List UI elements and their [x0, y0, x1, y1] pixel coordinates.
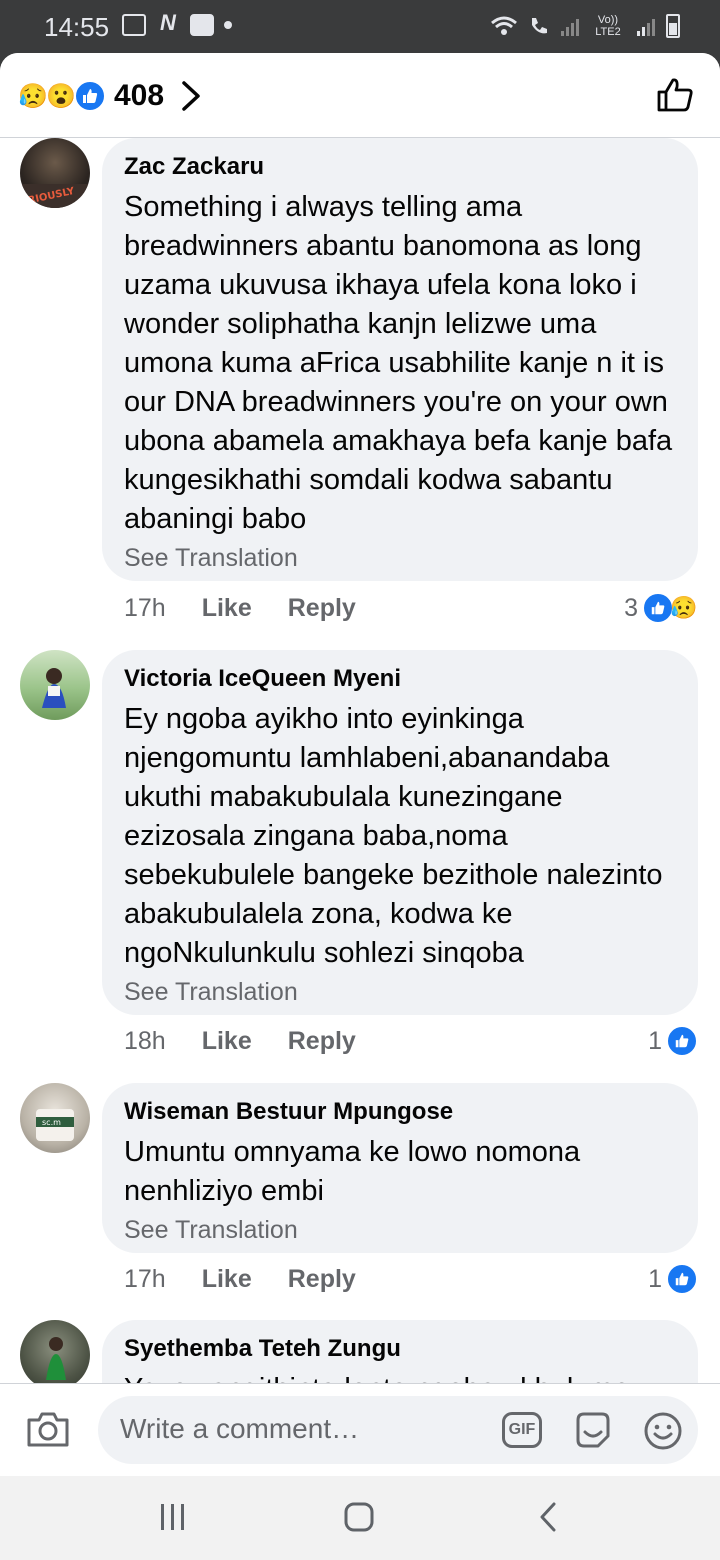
comment-author[interactable]: Zac Zackaru: [124, 152, 676, 182]
comment-reaction-count: 3: [624, 593, 638, 622]
status-time: 14:55: [44, 12, 110, 42]
like-button[interactable]: Like: [202, 1265, 252, 1294]
see-translation-link[interactable]: See Translation: [124, 541, 676, 575]
reply-button[interactable]: Reply: [288, 594, 356, 623]
reply-button[interactable]: Reply: [288, 1027, 356, 1056]
image-icon: [122, 14, 146, 36]
comment-author[interactable]: Syethemba Teteh Zungu: [124, 1334, 676, 1364]
see-translation-link[interactable]: See Translation: [124, 1213, 676, 1247]
comment-actions: 17h Like Reply: [124, 594, 356, 623]
wow-reaction-icon: 😮: [46, 82, 76, 110]
comment-time[interactable]: 17h: [124, 594, 166, 623]
sticker-icon[interactable]: [572, 1410, 614, 1452]
like-reaction-icon: [666, 1263, 698, 1295]
comment-bubble[interactable]: Victoria IceQueen Myeni Ey ngoba ayikho …: [102, 650, 698, 1015]
reaction-summary[interactable]: 😥 😮 408: [18, 79, 164, 113]
status-bar: 14:55 N Vo)) LTE2: [0, 0, 720, 56]
reaction-count: 408: [114, 79, 165, 112]
avatar[interactable]: sc.m: [20, 1083, 90, 1153]
comment-text: Something i always telling ama breadwinn…: [124, 191, 673, 535]
comment-input[interactable]: Write a comment… GIF: [98, 1396, 698, 1464]
like-button[interactable]: Like: [202, 594, 252, 623]
avatar[interactable]: RIOUSLY: [20, 138, 90, 208]
comment-bubble[interactable]: Wiseman Bestuur Mpungose Umuntu omnyama …: [102, 1083, 698, 1253]
signal-icon-2: [637, 19, 655, 36]
rocket-icon: [190, 14, 214, 36]
n-icon: N: [160, 10, 176, 35]
sad-reaction-icon: 😥: [18, 82, 48, 110]
comment-reactions[interactable]: 3 😥: [624, 592, 698, 624]
comment-actions: 17h Like Reply: [124, 1265, 356, 1294]
comment-text: Umuntu omnyama ke lowo nomona nenhliziyo…: [124, 1136, 581, 1207]
comment-text: Yaze yangithinta lento ngoba ukhulume: [124, 1370, 676, 1383]
comment-author[interactable]: Victoria IceQueen Myeni: [124, 664, 676, 694]
comment-text: Ey ngoba ayikho into eyinkinga njengomun…: [124, 703, 663, 969]
comment-author[interactable]: Wiseman Bestuur Mpungose: [124, 1097, 676, 1127]
comment-placeholder: Write a comment…: [120, 1413, 360, 1444]
sad-reaction-icon: 😥: [670, 595, 698, 620]
comment-time[interactable]: 18h: [124, 1027, 166, 1056]
see-translation-link[interactable]: See Translation: [124, 975, 676, 1009]
avatar[interactable]: [20, 650, 90, 720]
recent-apps-icon[interactable]: [158, 1500, 188, 1534]
avatar[interactable]: [20, 1320, 90, 1383]
chevron-right-icon[interactable]: [180, 81, 202, 111]
camera-icon[interactable]: [26, 1410, 70, 1448]
system-nav-bar: [0, 1476, 720, 1560]
comment-reaction-count: 1: [648, 1026, 662, 1055]
battery-icon: [666, 14, 680, 38]
comment-actions: 18h Like Reply: [124, 1027, 356, 1056]
comment-reactions[interactable]: 1: [648, 1025, 698, 1057]
like-post-icon[interactable]: [656, 77, 694, 113]
back-icon[interactable]: [536, 1500, 560, 1534]
comment-list[interactable]: RIOUSLY Zac Zackaru Something i always t…: [0, 138, 720, 1383]
network-label: Vo)) LTE2: [595, 14, 621, 38]
signal-icon: [561, 19, 579, 36]
call-icon: [532, 18, 547, 34]
home-icon[interactable]: [342, 1500, 376, 1534]
gif-icon[interactable]: GIF: [502, 1412, 542, 1448]
dot-icon: [224, 21, 232, 29]
like-button[interactable]: Like: [202, 1027, 252, 1056]
notification-icons: N: [122, 10, 232, 36]
emoji-icon[interactable]: [642, 1410, 684, 1452]
like-reaction-icon: [74, 80, 106, 112]
reactions-header: 😥 😮 408: [0, 53, 720, 138]
like-reaction-icon: [666, 1025, 698, 1057]
comment-reactions[interactable]: 1: [648, 1263, 698, 1295]
comment-bubble[interactable]: Syethemba Teteh Zungu Yaze yangithinta l…: [102, 1320, 698, 1383]
svg-text:sc.m: sc.m: [42, 1118, 61, 1127]
wifi-icon: [491, 16, 517, 35]
status-right: Vo)) LTE2: [490, 14, 680, 38]
reply-button[interactable]: Reply: [288, 1265, 356, 1294]
comment-time[interactable]: 17h: [124, 1265, 166, 1294]
comment-bubble[interactable]: Zac Zackaru Something i always telling a…: [102, 138, 698, 581]
comment-composer: Write a comment… GIF: [0, 1383, 720, 1476]
comment-reaction-count: 1: [648, 1264, 662, 1293]
comments-sheet: 😥 😮 408 RIOUSLY Zac Zackaru Something i …: [0, 53, 720, 1476]
